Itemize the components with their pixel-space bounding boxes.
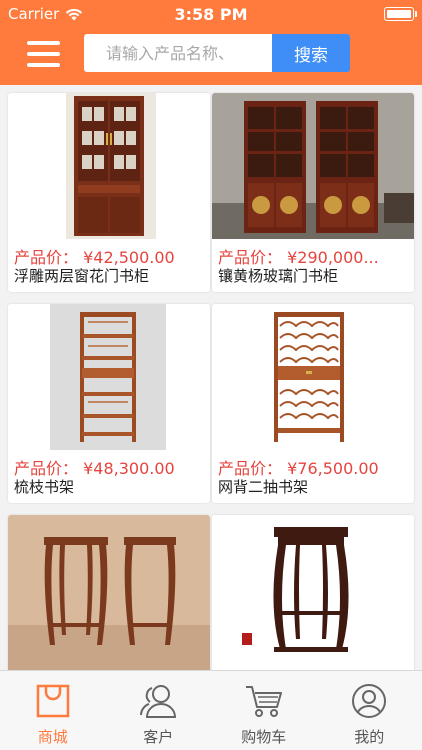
product-image bbox=[8, 93, 210, 239]
tab-label: 我的 bbox=[354, 728, 385, 746]
tab-label: 商城 bbox=[37, 728, 68, 746]
tab-profile[interactable]: 我的 bbox=[317, 671, 422, 750]
tab-shop[interactable]: 商城 bbox=[0, 671, 106, 750]
product-card[interactable]: 产品价： ¥48,300.00 梳枝书架 bbox=[8, 304, 210, 503]
product-name: 镶黄杨玻璃门书柜 bbox=[218, 267, 339, 285]
tab-cart[interactable]: 购物车 bbox=[211, 671, 317, 750]
users-icon bbox=[140, 685, 177, 718]
shop-bag-icon bbox=[36, 684, 69, 718]
app-header: Carrier 3:58 PM 搜索 bbox=[0, 0, 422, 85]
product-image bbox=[8, 515, 210, 670]
product-card[interactable]: 产品价： ¥76,500.00 网背二抽书架 bbox=[212, 304, 414, 503]
tab-customers[interactable]: 客户 bbox=[106, 671, 212, 750]
status-bar: Carrier 3:58 PM bbox=[0, 0, 422, 28]
price-value: ¥48,300.00 bbox=[83, 459, 175, 478]
search-button[interactable]: 搜索 bbox=[272, 34, 350, 72]
tab-label: 客户 bbox=[143, 728, 174, 746]
seal-stamp bbox=[242, 633, 252, 645]
product-image bbox=[212, 304, 414, 450]
profile-icon bbox=[352, 684, 387, 718]
product-name: 网背二抽书架 bbox=[218, 478, 309, 496]
battery-icon bbox=[384, 7, 417, 21]
product-card[interactable] bbox=[8, 515, 210, 670]
menu-line bbox=[27, 63, 60, 67]
product-grid: 产品价： ¥42,500.00 浮雕两层窗花门书柜 产品价： ¥290,000.… bbox=[0, 85, 422, 670]
menu-line bbox=[27, 52, 60, 56]
cart-icon bbox=[245, 686, 282, 717]
tab-label: 购物车 bbox=[241, 728, 287, 746]
menu-button[interactable] bbox=[27, 39, 60, 69]
product-card[interactable] bbox=[212, 515, 414, 670]
menu-line bbox=[27, 41, 60, 45]
product-card[interactable]: 产品价： ¥42,500.00 浮雕两层窗花门书柜 bbox=[8, 93, 210, 292]
product-name: 梳枝书架 bbox=[14, 478, 75, 496]
tab-bar: 商城 客户 购物车 我的 bbox=[0, 670, 422, 750]
product-card[interactable]: 产品价： ¥290,000... 镶黄杨玻璃门书柜 bbox=[212, 93, 414, 292]
product-image bbox=[212, 515, 414, 670]
product-image bbox=[212, 93, 414, 239]
product-image bbox=[8, 304, 210, 450]
search-bar: 搜索 bbox=[84, 34, 350, 72]
product-name: 浮雕两层窗花门书柜 bbox=[14, 267, 150, 285]
status-time: 3:58 PM bbox=[174, 5, 248, 24]
search-input[interactable] bbox=[84, 34, 272, 72]
